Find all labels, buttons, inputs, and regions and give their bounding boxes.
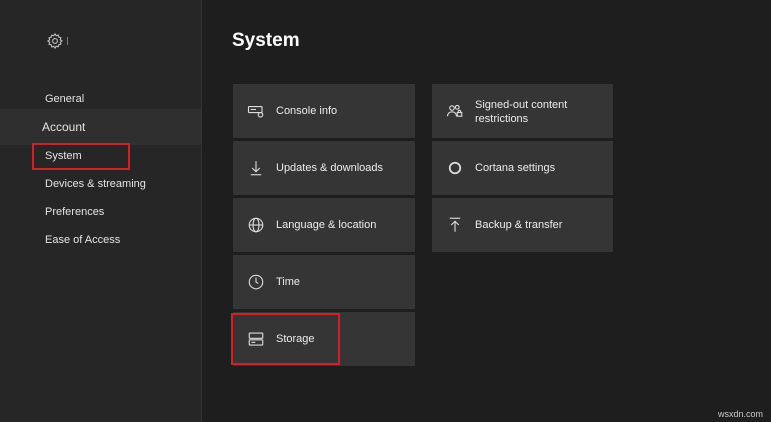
page-title: System (232, 30, 300, 51)
divider (67, 37, 68, 45)
tile-updates-downloads[interactable]: Updates & downloads (233, 141, 415, 195)
upload-arrow-icon (446, 216, 464, 234)
gear-icon[interactable] (46, 32, 64, 50)
tile-label: Language & location (276, 219, 377, 231)
storage-highlight-box (231, 313, 340, 365)
sidebar: General Account System Devices & streami… (0, 0, 202, 422)
sidebar-item-ease-of-access[interactable]: Ease of Access (0, 226, 201, 254)
sidebar-item-preferences[interactable]: Preferences (0, 198, 201, 226)
sidebar-item-label: Ease of Access (45, 234, 121, 246)
tile-console-info[interactable]: Console info (233, 84, 415, 138)
tile-label: Signed-out content restrictions (475, 98, 567, 126)
tile-label: Updates & downloads (276, 162, 384, 174)
console-icon (247, 102, 265, 120)
sidebar-item-devices-streaming[interactable]: Devices & streaming (0, 170, 201, 198)
download-arrow-icon (247, 159, 265, 177)
sidebar-item-label: Preferences (45, 206, 105, 218)
tile-label: Time (276, 276, 301, 288)
users-lock-icon (446, 102, 464, 120)
tile-label-line1: Signed-out content (475, 99, 568, 111)
system-highlight-box (32, 143, 130, 170)
sidebar-item-label: Account (42, 120, 86, 134)
tile-backup-transfer[interactable]: Backup & transfer (432, 198, 613, 252)
watermark: wsxdn.com (717, 409, 763, 419)
tile-language-location[interactable]: Language & location (233, 198, 415, 252)
tile-label-line2: restrictions (475, 113, 529, 125)
clock-icon (247, 273, 265, 291)
circle-icon (446, 159, 464, 177)
globe-icon (247, 216, 265, 234)
tile-time[interactable]: Time (233, 255, 415, 309)
tile-label: Cortana settings (475, 162, 556, 174)
sidebar-item-label: Devices & streaming (45, 178, 146, 190)
tile-label: Backup & transfer (475, 219, 563, 231)
tile-signed-out-content-restrictions[interactable]: Signed-out content restrictions (432, 84, 613, 138)
tile-cortana-settings[interactable]: Cortana settings (432, 141, 613, 195)
tile-label: Console info (276, 105, 338, 117)
sidebar-item-account[interactable]: Account (0, 109, 201, 145)
